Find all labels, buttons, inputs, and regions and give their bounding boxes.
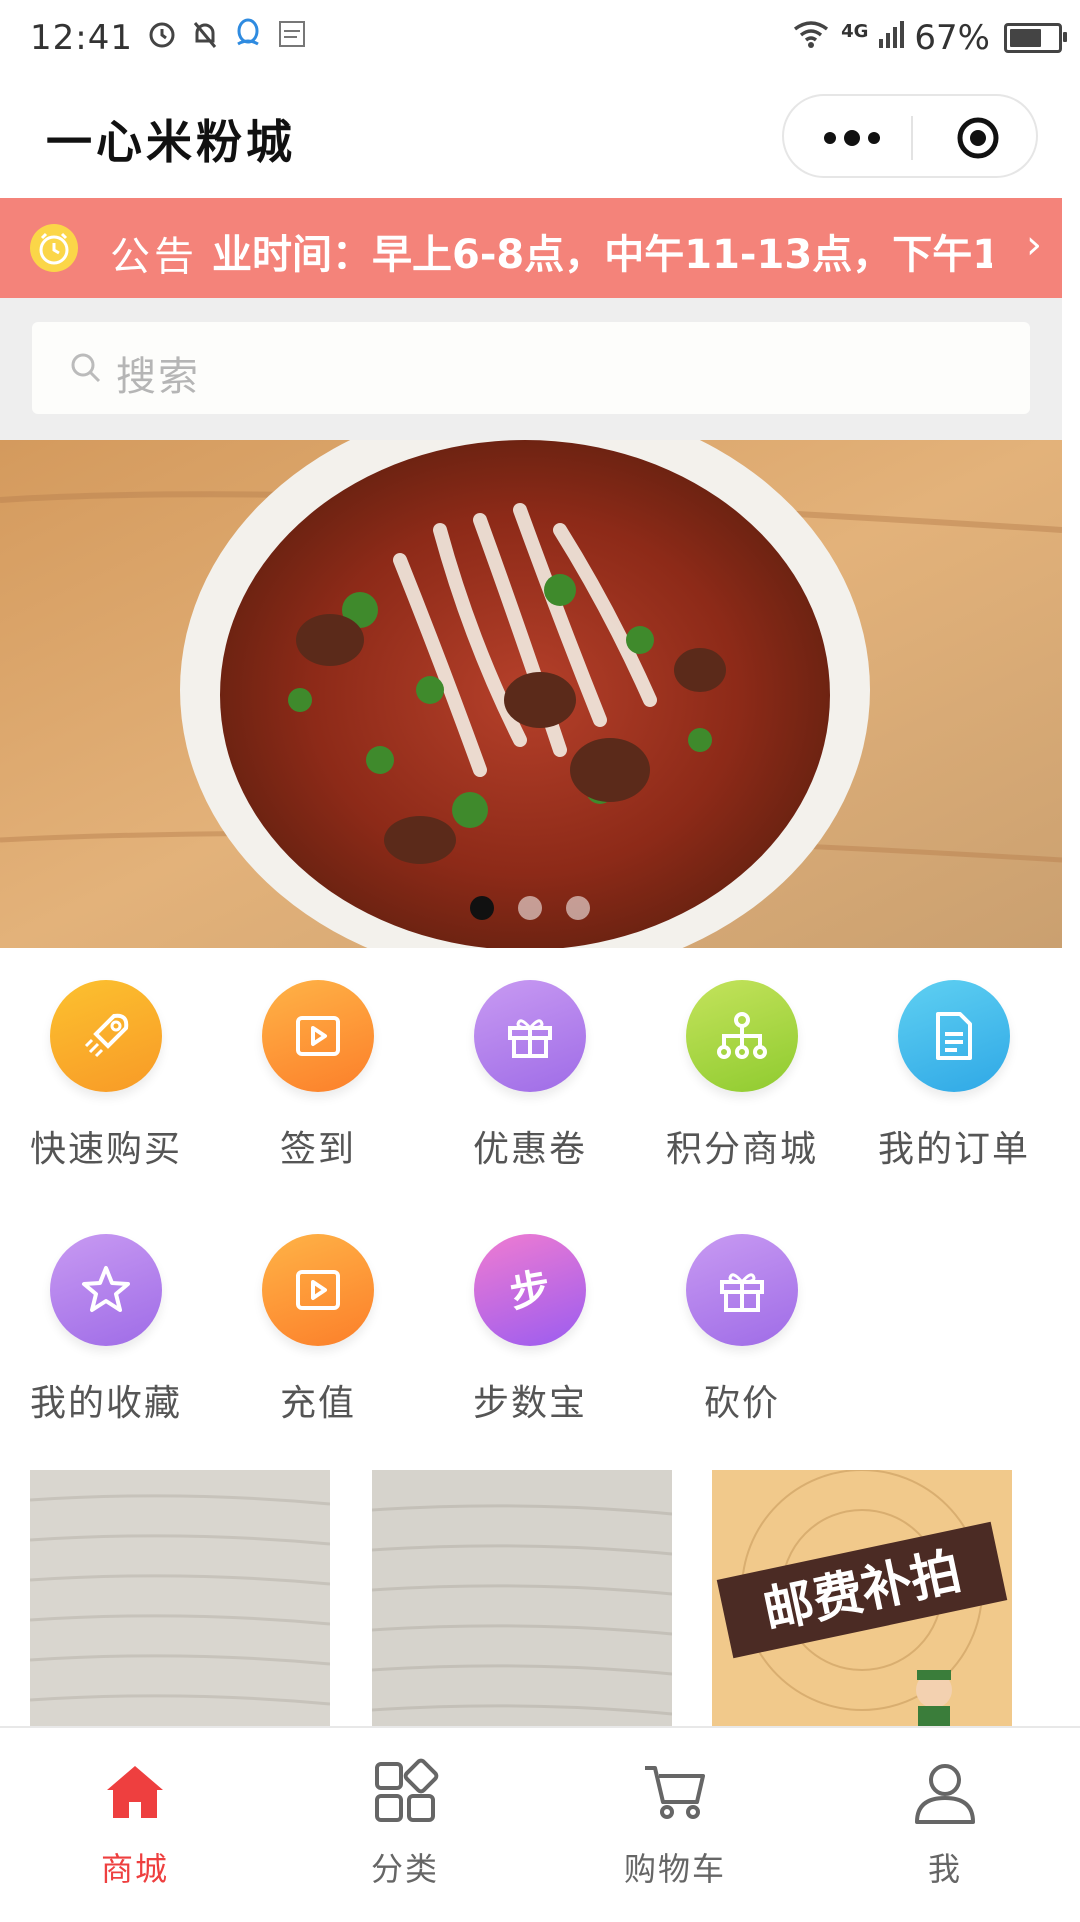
carousel-dot[interactable] xyxy=(566,896,590,920)
product-card[interactable] xyxy=(29,1470,331,1726)
signal-icon xyxy=(878,18,905,58)
page-title: 一心米粉城 xyxy=(46,115,296,169)
chevron-right-icon[interactable]: › xyxy=(1026,222,1042,268)
shortcut-star[interactable]: 我的收藏 xyxy=(0,1234,212,1426)
shortcut-label: 积分商城 xyxy=(665,1129,818,1170)
app-notification-icon xyxy=(277,18,307,58)
search-icon xyxy=(71,353,101,383)
shortcut-label: 快速购买 xyxy=(29,1129,182,1170)
shortcut-gift[interactable]: 优惠卷 xyxy=(424,980,636,1172)
notice-label: 公告 xyxy=(110,234,198,280)
notice-bar[interactable]: 公告 营业时间：早上6-8点，中午11-13点，下午17-19点 › xyxy=(0,198,1062,298)
close-mini-program-button[interactable] xyxy=(956,116,1000,160)
shortcut-label: 我的收藏 xyxy=(29,1383,182,1424)
gift-icon xyxy=(474,980,586,1092)
rice-noodles-image xyxy=(371,1470,673,1726)
tab-user[interactable]: 我 xyxy=(810,1728,1080,1922)
document-icon xyxy=(898,980,1010,1092)
more-dots-icon xyxy=(824,132,836,144)
status-right: 4G 67% xyxy=(791,0,1067,76)
shortcut-label: 充值 xyxy=(279,1383,356,1424)
search-input[interactable]: 搜索 xyxy=(32,322,1030,414)
navigation-bar: 一心米粉城 xyxy=(0,76,1080,198)
postage-poster-image: 邮费补拍 xyxy=(712,1470,1012,1726)
tab-label: 我 xyxy=(927,1850,962,1888)
shortcut-label: 砍价 xyxy=(703,1383,780,1424)
shortcut-rocket[interactable]: 快速购买 xyxy=(0,980,212,1172)
carousel-dot[interactable] xyxy=(518,896,542,920)
search-section: 搜索 xyxy=(0,298,1062,440)
carousel-indicators xyxy=(470,896,590,920)
target-icon xyxy=(957,117,999,159)
tab-label: 商城 xyxy=(100,1850,169,1888)
product-list: 邮费补拍 xyxy=(0,1470,1062,1726)
steps-icon: 步 xyxy=(474,1234,586,1346)
shortcut-hierarchy[interactable]: 积分商城 xyxy=(636,980,848,1172)
shortcut-play[interactable]: 签到 xyxy=(212,980,424,1172)
status-bar: 12:41 4G 67% xyxy=(0,0,1080,76)
battery-percent: 67% xyxy=(914,18,990,58)
carousel-dot[interactable] xyxy=(470,896,494,920)
gift-icon xyxy=(686,1234,798,1346)
more-button[interactable] xyxy=(824,126,880,150)
tab-category[interactable]: 分类 xyxy=(270,1728,540,1922)
alarm-icon xyxy=(147,18,177,58)
mini-program-capsule xyxy=(782,94,1038,178)
tab-label: 分类 xyxy=(370,1850,439,1888)
shortcut-label: 我的订单 xyxy=(877,1129,1030,1170)
wifi-icon xyxy=(791,18,831,58)
play-icon xyxy=(262,1234,374,1346)
shortcut-steps[interactable]: 步步数宝 xyxy=(424,1234,636,1426)
network-type: 4G xyxy=(841,20,869,42)
capsule-divider xyxy=(911,116,913,160)
shortcut-label: 签到 xyxy=(279,1129,356,1170)
clock-icon xyxy=(30,224,78,272)
product-card[interactable] xyxy=(371,1470,673,1726)
notice-marquee: 营业时间：早上6-8点，中午11-13点，下午17-19点 xyxy=(212,222,992,274)
noodle-soup-image xyxy=(0,440,1062,948)
rice-noodles-image xyxy=(29,1470,331,1726)
notice-text: 营业时间：早上6-8点，中午11-13点，下午17-19点 xyxy=(212,232,992,274)
tab-label: 购物车 xyxy=(623,1850,726,1888)
status-time: 12:41 xyxy=(30,18,133,58)
product-card[interactable]: 邮费补拍 xyxy=(712,1470,1012,1726)
shortcut-document[interactable]: 我的订单 xyxy=(848,980,1060,1172)
rocket-icon xyxy=(50,980,162,1092)
mute-bell-icon xyxy=(191,18,219,58)
shortcut-label: 优惠卷 xyxy=(472,1129,587,1170)
shortcut-play[interactable]: 充值 xyxy=(212,1234,424,1426)
hierarchy-icon xyxy=(686,980,798,1092)
shortcut-gift[interactable]: 砍价 xyxy=(636,1234,848,1426)
qq-icon xyxy=(233,18,263,59)
play-icon xyxy=(262,980,374,1092)
svg-text:步: 步 xyxy=(506,1265,553,1317)
search-placeholder: 搜索 xyxy=(116,354,200,400)
star-icon xyxy=(50,1234,162,1346)
banner-carousel[interactable] xyxy=(0,440,1062,948)
tab-bar: 商城 分类 购物车 我 xyxy=(0,1726,1080,1922)
tab-home[interactable]: 商城 xyxy=(0,1728,270,1922)
tab-cart[interactable]: 购物车 xyxy=(540,1728,810,1922)
battery-icon xyxy=(1004,23,1067,53)
shortcut-label: 步数宝 xyxy=(472,1383,587,1424)
